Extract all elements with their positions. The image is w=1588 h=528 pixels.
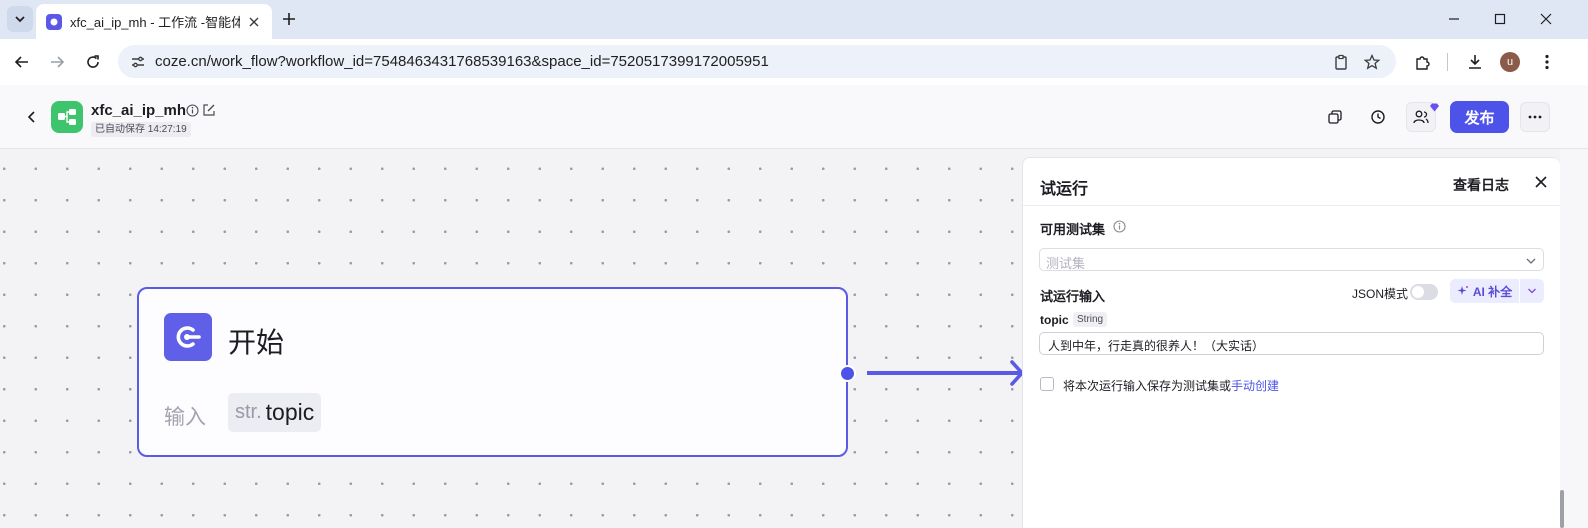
run-input-label: 试运行输入 <box>1040 289 1106 304</box>
save-as-testset-text: 将本次运行输入保存为测试集或 <box>1063 379 1232 393</box>
start-node-input-label: 输入 <box>164 406 206 429</box>
save-as-testset-checkbox[interactable] <box>1040 377 1054 391</box>
testset-placeholder: 测试集 <box>1046 256 1086 271</box>
tab-close-icon[interactable] <box>246 14 262 30</box>
view-logs-button[interactable]: 查看日志 <box>1453 175 1509 195</box>
browser-tab-strip: xfc_ai_ip_mh - 工作流 -智能体 <box>0 0 1588 39</box>
json-mode-toggle[interactable] <box>1410 284 1438 300</box>
ai-complete-button[interactable]: AI 补全 <box>1450 279 1519 303</box>
topic-input[interactable]: 人到中年，行走真的很养人！（大实话） <box>1039 332 1544 355</box>
field-type-badge: String <box>1073 312 1108 327</box>
chevron-down-icon <box>1525 254 1537 266</box>
window-close-icon[interactable] <box>1535 8 1557 30</box>
extensions-puzzle-icon[interactable] <box>1410 50 1434 74</box>
browser-menu-icon[interactable] <box>1535 50 1559 74</box>
toggle-knob <box>1412 286 1424 298</box>
json-mode-label: JSON模式 <box>1352 287 1409 301</box>
browser-tab-active[interactable]: xfc_ai_ip_mh - 工作流 -智能体 <box>36 4 272 39</box>
copy-icon[interactable] <box>1320 102 1350 132</box>
start-node[interactable]: 开始 输入 str. topic <box>137 287 848 457</box>
close-icon[interactable] <box>1532 173 1550 191</box>
available-testsets-label: 可用测试集 <box>1040 222 1106 237</box>
panel-title: 试运行 <box>1040 181 1089 198</box>
topic-input-value: 人到中年，行走真的很养人！（大实话） <box>1048 339 1265 353</box>
new-tab-plus-icon[interactable] <box>278 8 300 30</box>
workflow-icon <box>51 101 83 133</box>
url-text: coze.cn/work_flow?workflow_id=7548463431… <box>155 53 769 70</box>
tab-title: xfc_ai_ip_mh - 工作流 -智能体 <box>70 15 240 30</box>
premium-diamond-icon <box>1429 99 1440 112</box>
output-port[interactable] <box>839 365 856 382</box>
right-scroll-track <box>1560 150 1588 528</box>
field-name: topic <box>1040 313 1069 327</box>
sparkle-icon <box>1457 286 1468 295</box>
testset-select[interactable]: 测试集 <box>1039 248 1544 271</box>
ai-complete-label: AI 补全 <box>1472 284 1513 299</box>
scrollbar-thumb[interactable] <box>1560 490 1564 528</box>
back-arrow-icon[interactable] <box>10 50 34 74</box>
info-icon[interactable] <box>186 104 199 117</box>
connection-edge[interactable] <box>867 371 1022 375</box>
test-run-panel: 试运行 查看日志 可用测试集 测试集 试运行输入 JSON模式 AI 补全 to… <box>1022 157 1561 528</box>
chevron-down-icon <box>1528 288 1536 294</box>
ai-complete-dropdown[interactable] <box>1520 279 1544 303</box>
history-icon[interactable] <box>1363 102 1393 132</box>
save-as-testset-label: 将本次运行输入保存为测试集或手动创建 <box>1063 377 1279 394</box>
download-icon[interactable] <box>1463 50 1487 74</box>
forward-arrow-icon[interactable] <box>45 50 69 74</box>
tab-search-button[interactable] <box>7 6 33 32</box>
start-node-title: 开始 <box>228 327 285 358</box>
toolbar-separator <box>1447 53 1448 71</box>
maximize-icon[interactable] <box>1489 8 1511 30</box>
coze-favicon-icon <box>46 13 62 30</box>
panel-divider <box>1023 205 1561 206</box>
workflow-header: xfc_ai_ip_mh 已自动保存 14:27:19 发布 <box>0 85 1588 149</box>
workflow-name: xfc_ai_ip_mh <box>91 102 187 119</box>
workflow-canvas[interactable]: 开始 输入 str. topic <box>0 150 1024 528</box>
param-name: topic <box>265 399 315 425</box>
chevron-down-icon <box>15 16 25 23</box>
minimize-icon[interactable] <box>1443 8 1465 30</box>
info-icon[interactable] <box>1113 220 1126 233</box>
param-type: str. <box>235 401 262 423</box>
autosave-status: 已自动保存 14:27:19 <box>91 122 191 137</box>
more-options-icon[interactable] <box>1520 102 1550 132</box>
edit-icon[interactable] <box>202 103 216 117</box>
address-bar[interactable]: coze.cn/work_flow?workflow_id=7548463431… <box>118 45 1396 78</box>
manual-create-link[interactable]: 手动创建 <box>1231 379 1279 393</box>
publish-button[interactable]: 发布 <box>1450 101 1509 133</box>
clipboard-icon[interactable] <box>1329 50 1353 74</box>
profile-avatar[interactable]: u <box>1500 52 1520 72</box>
browser-toolbar: coze.cn/work_flow?workflow_id=7548463431… <box>0 39 1588 85</box>
start-node-param-chip: str. topic <box>228 393 322 432</box>
start-node-icon <box>164 313 212 361</box>
site-settings-icon[interactable] <box>126 50 150 74</box>
bookmark-star-icon[interactable] <box>1360 50 1384 74</box>
reload-icon[interactable] <box>81 50 105 74</box>
back-chevron-icon[interactable] <box>22 107 42 127</box>
